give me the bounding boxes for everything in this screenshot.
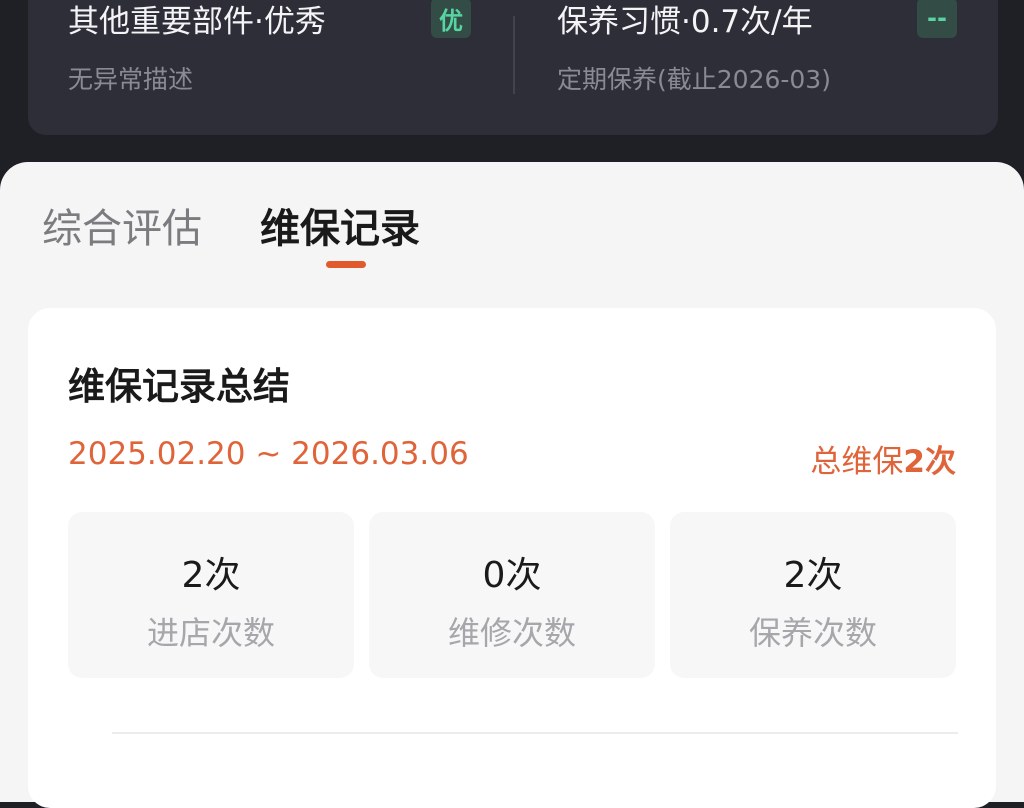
stat-label: 保养次数 <box>748 614 877 652</box>
total-maintenance-count: 总维保2次 <box>810 436 956 481</box>
date-range: 2025.02.20 ~ 2026.03.06 <box>68 436 469 472</box>
active-tab-indicator <box>326 261 366 268</box>
vehicle-metrics-card: 其他重要部件·优秀 无异常描述 优 保养习惯·0.7次/年 定期保养(截止202… <box>28 0 998 135</box>
stat-value: 2次 <box>783 555 843 596</box>
stat-store-visits[interactable]: 2次 进店次数 <box>68 512 354 678</box>
stat-repair-count[interactable]: 0次 维修次数 <box>369 512 655 678</box>
stat-service-count[interactable]: 2次 保养次数 <box>670 512 956 678</box>
total-value: 2次 <box>903 444 956 480</box>
stat-label: 进店次数 <box>146 614 275 652</box>
stat-label: 维修次数 <box>447 614 576 652</box>
metric-title: 保养习惯·0.7次/年 <box>557 4 813 40</box>
status-badge: -- <box>917 0 957 38</box>
total-prefix: 总维保 <box>810 444 904 480</box>
metric-description: 定期保养(截止2026-03) <box>557 65 831 94</box>
stat-value: 0次 <box>482 555 542 596</box>
tab-maintenance-records[interactable]: 维保记录 <box>260 196 420 254</box>
stat-value: 2次 <box>181 555 241 596</box>
metric-title: 其他重要部件·优秀 <box>68 4 326 40</box>
metric-divider <box>513 16 515 94</box>
tab-overall-assessment[interactable]: 综合评估 <box>42 196 202 254</box>
status-badge: 优 <box>431 0 471 38</box>
section-divider <box>112 732 958 734</box>
metric-description: 无异常描述 <box>68 65 194 94</box>
summary-title: 维保记录总结 <box>68 365 290 408</box>
